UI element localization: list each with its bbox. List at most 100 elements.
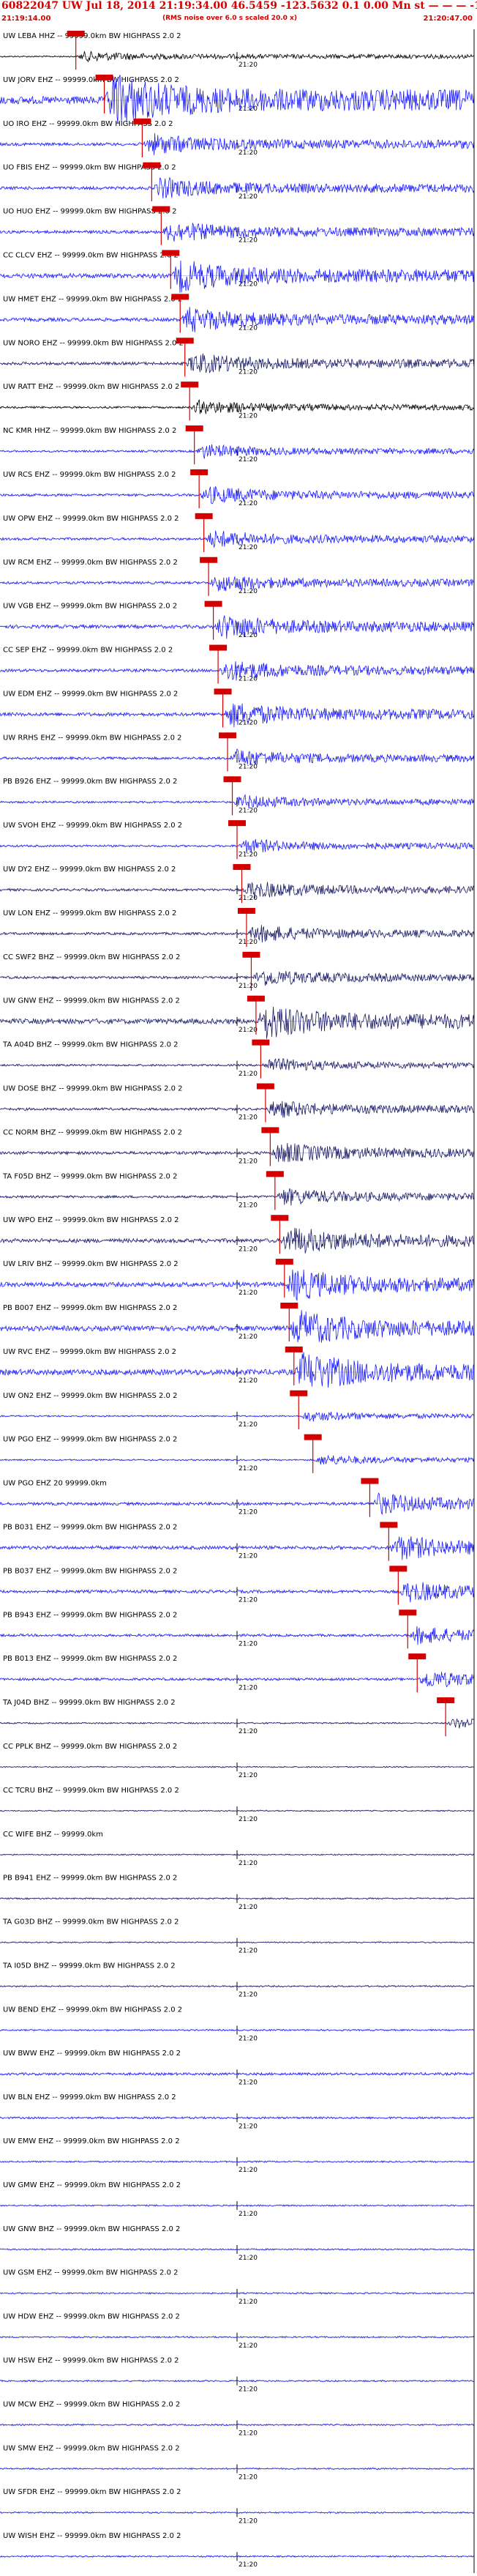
trace-label: CC PPLK BHZ -- 99999.0km BW HIGHPASS 2.0… [3, 1743, 177, 1751]
minute-label: 21:20 [238, 1728, 258, 1735]
trace-row: PB B943 EHZ -- 99999.0km BW HIGHPASS 2.0… [0, 1609, 475, 1649]
trace-row: TA I05D BHZ -- 99999.0km BW HIGHPASS 2.0… [0, 1962, 475, 1999]
trace-label: NC KMR HHZ -- 99999.0km BW HIGHPASS 2.0 … [3, 427, 176, 435]
minute-label: 21:20 [238, 1202, 258, 1209]
minute-label: 21:20 [238, 851, 258, 858]
trace-label: CC NORM BHZ -- 99999.0km BW HIGHPASS 2.0… [3, 1128, 182, 1136]
trace-label: UW VGB EHZ -- 99999.0km BW HIGHPASS 2.0 … [3, 603, 177, 611]
minute-label: 21:20 [238, 1071, 258, 1078]
minute-label: 21:20 [238, 2079, 258, 2086]
trace-row: UW RATT EHZ -- 99999.0km BW HIGHPASS 2.0… [0, 381, 475, 421]
trace-row: CC SEP EHZ -- 99999.0km BW HIGHPASS 2.0 … [0, 644, 475, 684]
trace-label: UW RVC EHZ -- 99999.0km BW HIGHPASS 2.0 … [3, 1348, 176, 1356]
minute-label: 21:20 [238, 2517, 258, 2525]
trace-row: CC PPLK BHZ -- 99999.0km BW HIGHPASS 2.0… [0, 1743, 475, 1779]
trace-row: UW NORO EHZ -- 99999.0km BW HIGHPASS 2.0… [0, 338, 475, 377]
trace-label: CC SEP EHZ -- 99999.0km BW HIGHPASS 2.0 … [3, 647, 173, 655]
minute-label: 21:20 [238, 2473, 258, 2481]
trace-label: UW LON EHZ -- 99999.0km BW HIGHPASS 2.0 … [3, 909, 176, 917]
trace-label: UW BEND EHZ -- 99999.0km BW HIGHPASS 2.0… [3, 2006, 182, 2014]
minute-label: 21:20 [238, 2298, 258, 2306]
trace-row: CC TCRU BHZ -- 99999.0km BW HIGHPASS 2.0… [0, 1787, 475, 1823]
minute-label: 21:20 [238, 62, 258, 69]
trace-row: UW GSM EHZ -- 99999.0km BW HIGHPASS 2.0 … [0, 2269, 475, 2306]
trace-label: UW HSW EHZ -- 99999.0km BW HIGHPASS 2.0 … [3, 2357, 179, 2365]
trace-row: UW GNW EHZ -- 99999.0km BW HIGHPASS 2.0 … [0, 995, 475, 1039]
waveform [0, 260, 475, 293]
trace-row: UW WPO EHZ -- 99999.0km BW HIGHPASS 2.0 … [0, 1215, 475, 1254]
trace-row: TA G03D BHZ -- 99999.0km BW HIGHPASS 2.0… [0, 1918, 475, 1955]
trace-row: CC SWF2 BHZ -- 99999.0km BW HIGHPASS 2.0… [0, 951, 475, 991]
minute-label: 21:20 [238, 1553, 258, 1560]
trace-row: UW EMW EHZ -- 99999.0km BW HIGHPASS 2.0 … [0, 2137, 475, 2174]
trace-label: UW WPO EHZ -- 99999.0km BW HIGHPASS 2.0 … [3, 1216, 179, 1224]
waveform [0, 882, 475, 899]
trace-row: CC NORM BHZ -- 99999.0km BW HIGHPASS 2.0… [0, 1127, 475, 1166]
trace-label: UO HUO EHZ -- 99999.0km BW HIGHPASS 2.0 … [3, 208, 176, 216]
waveform [0, 703, 475, 728]
minute-label: 21:20 [238, 1027, 258, 1034]
trace-row: UW BEND EHZ -- 99999.0km BW HIGHPASS 2.0… [0, 2006, 475, 2042]
trace-label: UW WISH EHZ -- 99999.0km BW HIGHPASS 2.0… [3, 2532, 181, 2540]
trace-label: CC CLCV EHZ -- 99999.0km BW HIGHPASS 2.0… [3, 251, 179, 259]
trace-label: TA G03D BHZ -- 99999.0km BW HIGHPASS 2.0… [2, 1918, 179, 1927]
trace-row: UW SVOH EHZ -- 99999.0km BW HIGHPASS 2.0… [0, 820, 475, 860]
trace-row: CC CLCV EHZ -- 99999.0km BW HIGHPASS 2.0… [0, 250, 475, 293]
minute-label: 21:20 [238, 193, 258, 201]
minute-label: 21:20 [238, 2561, 258, 2569]
trace-row: CC WIFE BHZ -- 99999.0km 21:20 [0, 1831, 475, 1867]
minute-label: 21:20 [238, 237, 258, 245]
trace-label: UW BWW EHZ -- 99999.0km BW HIGHPASS 2.0 … [3, 2050, 181, 2058]
minute-label: 21:20 [238, 1860, 258, 1867]
trace-label: PB B926 EHZ -- 99999.0km BW HIGHPASS 2.0… [3, 778, 177, 786]
minute-label: 21:20 [238, 1640, 258, 1648]
trace-label: TA I05D BHZ -- 99999.0km BW HIGHPASS 2.0… [2, 1962, 176, 1970]
trace-label: UW BLN EHZ -- 99999.0km BW HIGHPASS 2.0 … [3, 2093, 176, 2102]
trace-label: PB B007 EHZ -- 99999.0km BW HIGHPASS 2.0… [3, 1304, 177, 1312]
trace-label: UW SFDR EHZ -- 99999.0km BW HIGHPASS 2.0… [3, 2488, 181, 2496]
trace-row: NC KMR HHZ -- 99999.0km BW HIGHPASS 2.0 … [0, 425, 475, 465]
trace-row: PB B007 EHZ -- 99999.0km BW HIGHPASS 2.0… [0, 1303, 475, 1343]
trace-row: TA F05D BHZ -- 99999.0km BW HIGHPASS 2.0… [0, 1171, 475, 1210]
trace-row: UW SFDR EHZ -- 99999.0km BW HIGHPASS 2.0… [0, 2488, 475, 2525]
trace-label: UW GNW EHZ -- 99999.0km BW HIGHPASS 2.0 … [3, 997, 180, 1005]
trace-row: UW DOSE BHZ -- 99999.0km BW HIGHPASS 2.0… [0, 1083, 475, 1123]
trace-row: UW HMET EHZ -- 99999.0km BW HIGHPASS 2.0… [0, 294, 475, 333]
trace-row: UW JORV EHZ -- 99999.0km BW HIGHPASS 2.0… [0, 74, 475, 124]
minute-label: 21:20 [238, 1158, 258, 1166]
trace-row: UW HSW EHZ -- 99999.0km BW HIGHPASS 2.0 … [0, 2357, 475, 2394]
trace-label: UW OPW EHZ -- 99999.0km BW HIGHPASS 2.0 … [3, 515, 179, 523]
trace-label: TA F05D BHZ -- 99999.0km BW HIGHPASS 2.0… [2, 1172, 177, 1180]
minute-label: 21:20 [238, 1421, 258, 1429]
minute-label: 21:20 [238, 1992, 258, 1999]
trace-row: UW PGO EHZ -- 99999.0km BW HIGHPASS 2.0 … [0, 1434, 475, 1473]
trace-label: UW RATT EHZ -- 99999.0km BW HIGHPASS 2.0… [3, 383, 179, 391]
trace-label: UW RCS EHZ -- 99999.0km BW HIGHPASS 2.0 … [3, 471, 176, 479]
trace-row: TA J04D BHZ -- 99999.0km BW HIGHPASS 2.0… [0, 1697, 475, 1737]
trace-row: UO HUO EHZ -- 99999.0km BW HIGHPASS 2.0 … [0, 206, 475, 245]
trace-label: UW SMW EHZ -- 99999.0km BW HIGHPASS 2.0 … [3, 2444, 180, 2452]
trace-row: UW OPW EHZ -- 99999.0km BW HIGHPASS 2.0 … [0, 513, 475, 552]
trace-row: UW WISH EHZ -- 99999.0km BW HIGHPASS 2.0… [0, 2532, 475, 2569]
trace-label: TA J04D BHZ -- 99999.0km BW HIGHPASS 2.0… [2, 1699, 176, 1707]
trace-label: PB B031 EHZ -- 99999.0km BW HIGHPASS 2.0… [3, 1523, 177, 1531]
trace-label: PB B037 EHZ -- 99999.0km BW HIGHPASS 2.0… [3, 1567, 177, 1575]
minute-label: 21:20 [238, 1246, 258, 1253]
minute-label: 21:20 [238, 500, 258, 507]
trace-row: UW SMW EHZ -- 99999.0km BW HIGHPASS 2.0 … [0, 2444, 475, 2481]
minute-label: 21:20 [238, 983, 258, 990]
minute-label: 21:20 [238, 1289, 258, 1297]
trace-row: UW PGO EHZ 20 99999.0km 21:20 [0, 1478, 475, 1517]
trace-row: UW BWW EHZ -- 99999.0km BW HIGHPASS 2.0 … [0, 2050, 475, 2086]
trace-label: UW PGO EHZ 20 99999.0km [3, 1480, 107, 1488]
trace-row: PB B926 EHZ -- 99999.0km BW HIGHPASS 2.0… [0, 776, 475, 816]
minute-label: 21:20 [238, 939, 258, 946]
trace-label: UW LEBA HHZ -- 99999.0km BW HIGHPASS 2.0… [3, 32, 181, 40]
trace-label: CC WIFE BHZ -- 99999.0km [3, 1831, 103, 1839]
trace-label: UW RRHS EHZ -- 99999.0km BW HIGHPASS 2.0… [3, 734, 182, 742]
trace-row: UW BLN EHZ -- 99999.0km BW HIGHPASS 2.0 … [0, 2093, 475, 2130]
trace-row: UW LEBA HHZ -- 99999.0km BW HIGHPASS 2.0… [0, 31, 475, 70]
trace-label: UW DY2 EHZ -- 99999.0km BW HIGHPASS 2.0 … [3, 866, 176, 874]
minute-label: 21:20 [238, 1377, 258, 1385]
minute-label: 21:20 [238, 1465, 258, 1473]
